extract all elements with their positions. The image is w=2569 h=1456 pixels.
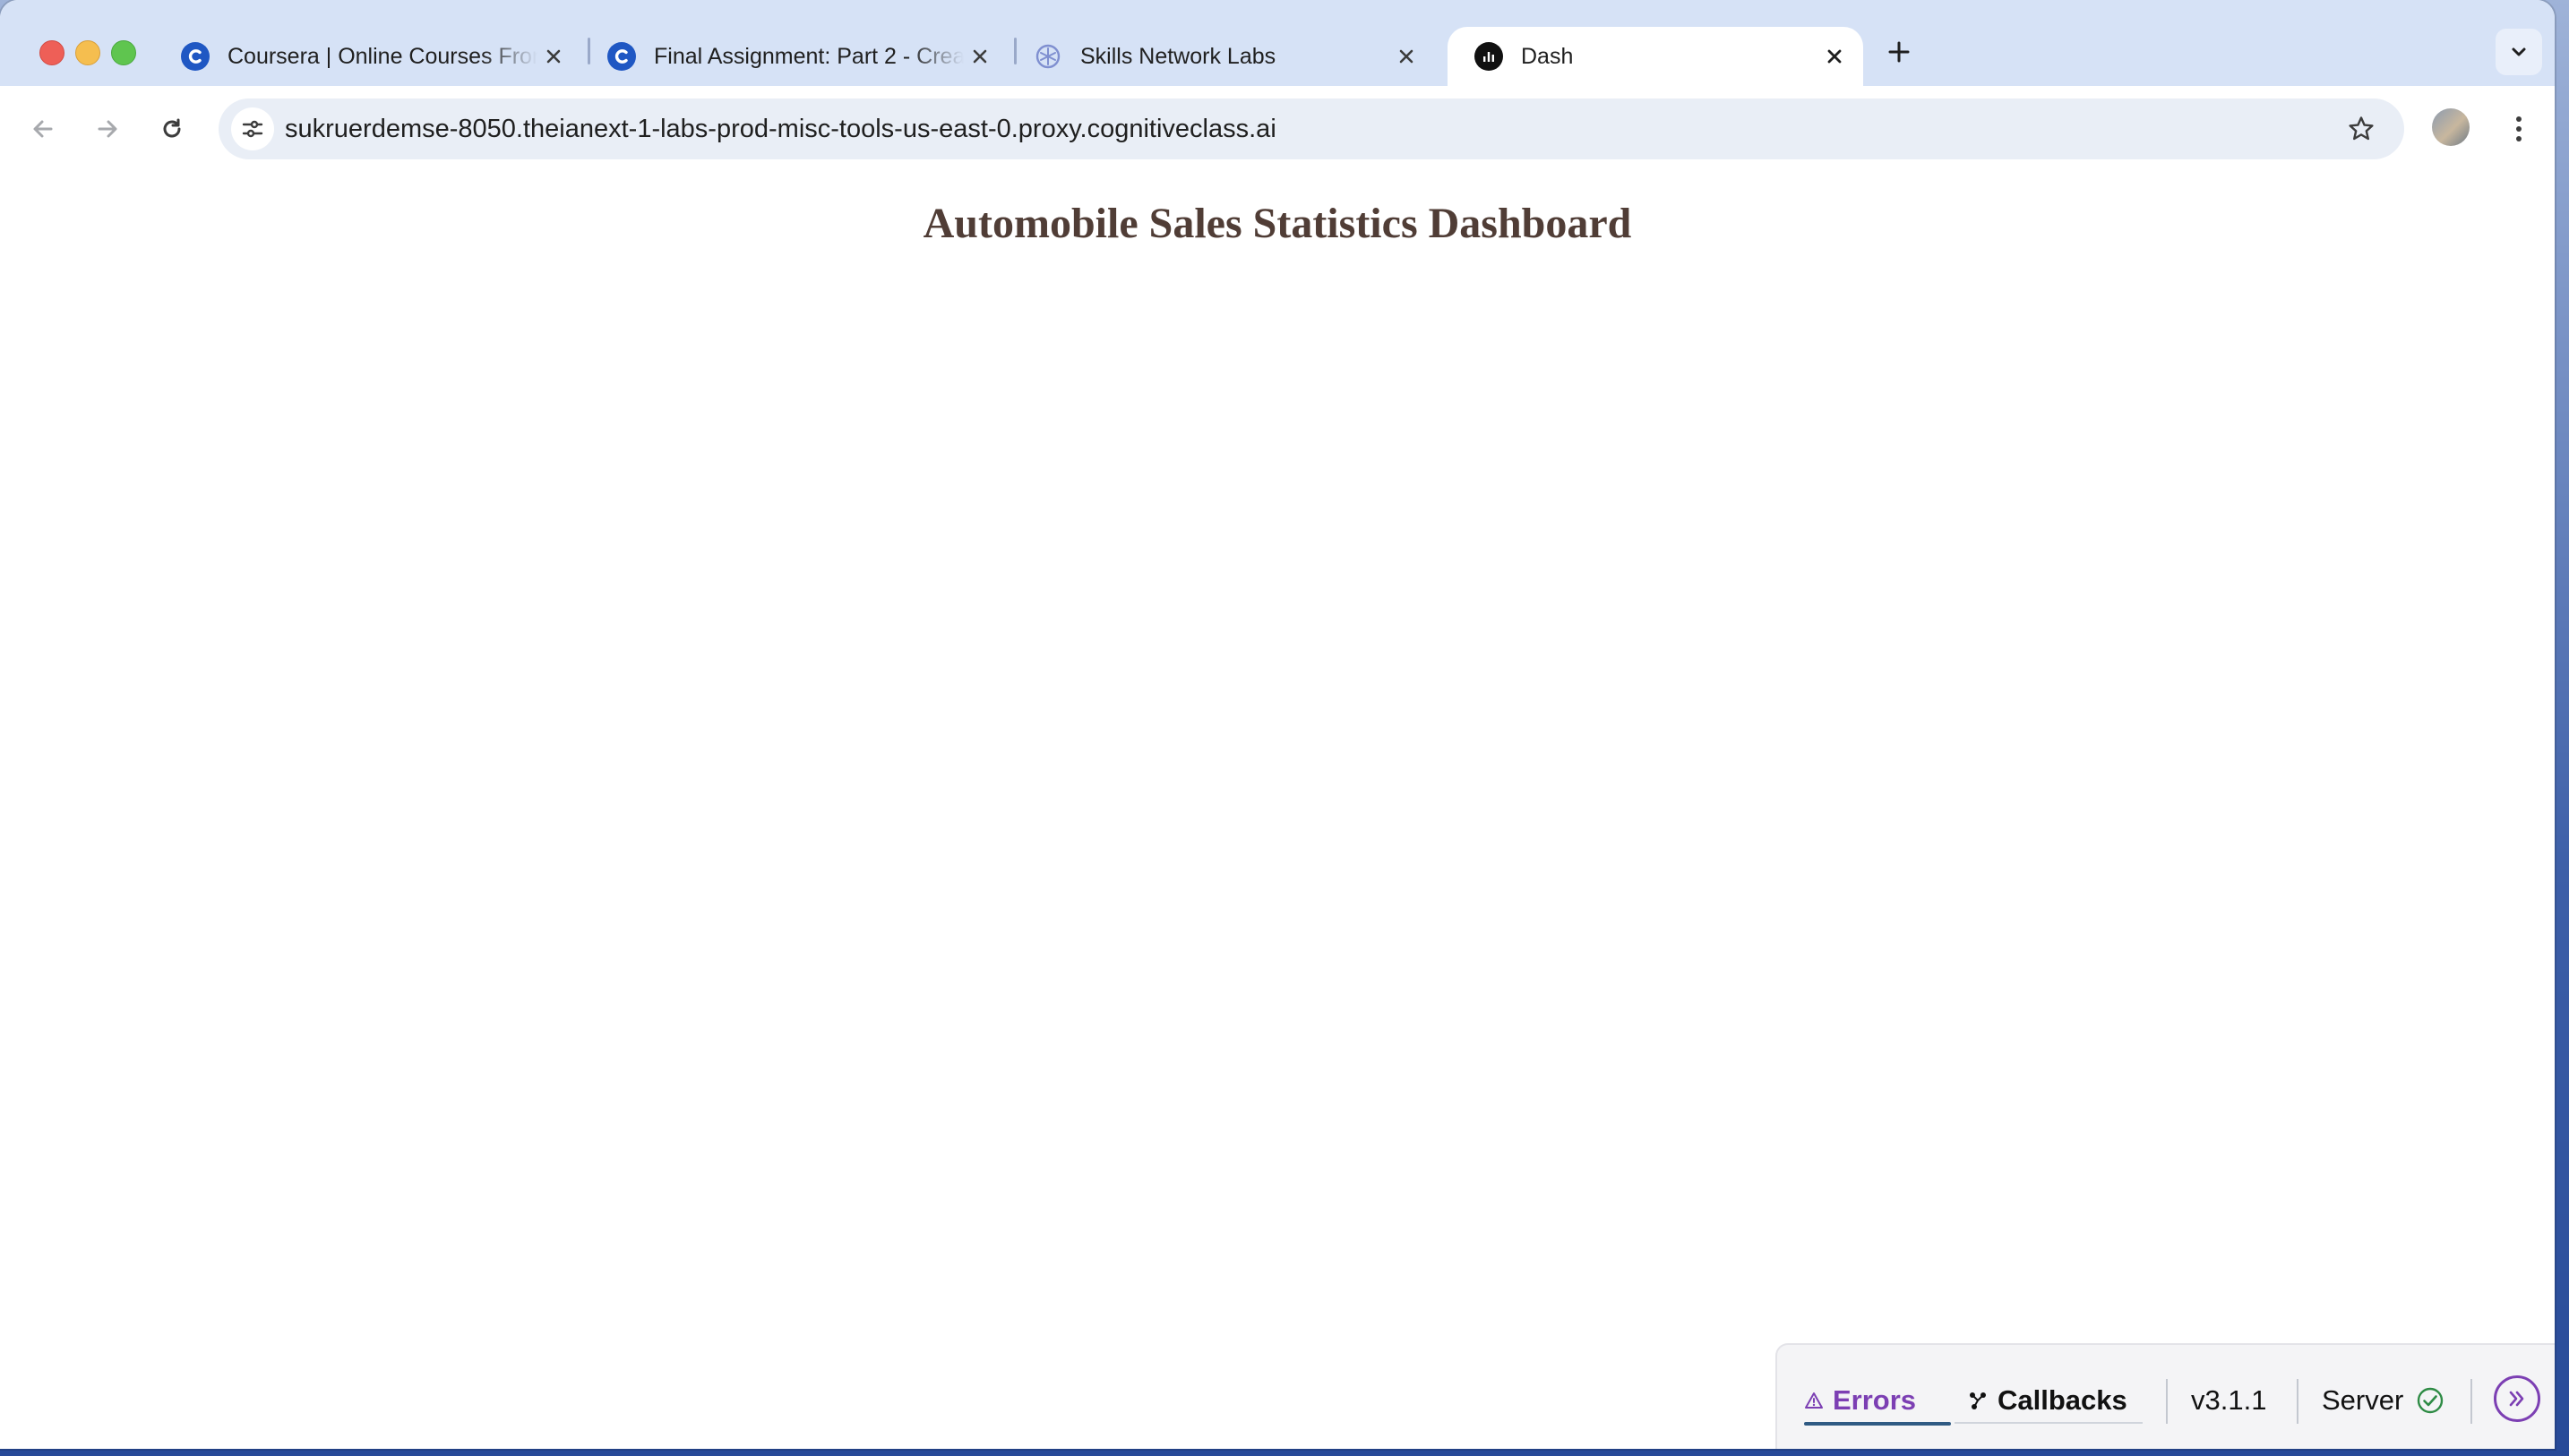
address-bar[interactable]: sukruerdemse-8050.theianext-1-labs-prod-…	[219, 98, 2404, 159]
dash-devtools-bar: Errors Callbacks v3.1.1 Server	[1775, 1343, 2555, 1449]
page-title: Automobile Sales Statistics Dashboard	[923, 200, 1632, 247]
devtools-divider	[2297, 1379, 2298, 1424]
browser-toolbar: sukruerdemse-8050.theianext-1-labs-prod-…	[0, 86, 2555, 174]
tab-skills-network[interactable]: Skills Network Labs	[1007, 27, 1435, 86]
bookmark-star-icon[interactable]	[2340, 107, 2383, 150]
site-info-icon[interactable]	[231, 107, 274, 150]
errors-label: Errors	[1833, 1384, 1917, 1416]
forward-button[interactable]	[84, 106, 131, 152]
close-tab-icon[interactable]	[1818, 40, 1851, 73]
warning-icon	[1805, 1392, 1823, 1409]
coursera-icon	[607, 42, 636, 71]
callbacks-label: Callbacks	[1998, 1384, 2127, 1416]
tab-final-assignment[interactable]: Final Assignment: Part 2 - Create Dashbo…	[580, 27, 1009, 86]
tab-title: Final Assignment: Part 2 - Create Dashbo…	[654, 43, 964, 69]
callbacks-graph-icon	[1970, 1392, 1986, 1409]
close-tab-icon[interactable]	[537, 40, 570, 73]
browser-window: Coursera | Online Courses From Top Unive…	[0, 0, 2555, 1449]
errors-tab-underline	[1804, 1422, 1951, 1426]
browser-menu-icon[interactable]	[2496, 106, 2542, 152]
callbacks-tab[interactable]: Callbacks	[1967, 1383, 2127, 1418]
errors-tab[interactable]: Errors	[1804, 1383, 1916, 1418]
page-content: Automobile Sales Statistics Dashboard	[0, 172, 2555, 1449]
server-label: Server	[2322, 1384, 2404, 1416]
close-tab-icon[interactable]	[964, 40, 996, 73]
devtools-divider	[2166, 1379, 2168, 1424]
url-text[interactable]: sukruerdemse-8050.theianext-1-labs-prod-…	[285, 98, 1276, 159]
new-tab-button[interactable]	[1881, 34, 1917, 70]
close-window-button[interactable]	[39, 40, 64, 65]
coursera-icon	[181, 42, 210, 71]
skills-network-icon	[1034, 42, 1062, 71]
profile-avatar[interactable]	[2432, 108, 2470, 146]
tab-title: Coursera | Online Courses From Top Unive…	[228, 43, 537, 69]
minimize-window-button[interactable]	[75, 40, 100, 65]
devtools-toggle-button[interactable]	[2494, 1375, 2540, 1422]
close-tab-icon[interactable]	[1390, 40, 1422, 73]
double-chevron-right-icon	[2509, 1391, 2524, 1407]
dash-version: v3.1.1	[2191, 1384, 2267, 1416]
callbacks-tab-underline	[1955, 1422, 2143, 1424]
tab-title: Skills Network Labs	[1080, 43, 1276, 69]
maximize-window-button[interactable]	[111, 40, 136, 65]
back-button[interactable]	[20, 106, 66, 152]
reload-button[interactable]	[149, 106, 195, 152]
tab-search-button[interactable]	[2496, 29, 2542, 75]
server-ok-check-icon	[2418, 1387, 2444, 1414]
server-status[interactable]: Server	[2322, 1383, 2444, 1418]
tab-dash[interactable]: Dash	[1448, 27, 1863, 86]
tab-title: Dash	[1521, 43, 1574, 69]
dash-icon	[1474, 42, 1503, 71]
tab-strip: Coursera | Online Courses From Top Unive…	[0, 0, 2555, 86]
devtools-divider	[2470, 1379, 2472, 1424]
tab-coursera[interactable]: Coursera | Online Courses From Top Unive…	[154, 27, 582, 86]
